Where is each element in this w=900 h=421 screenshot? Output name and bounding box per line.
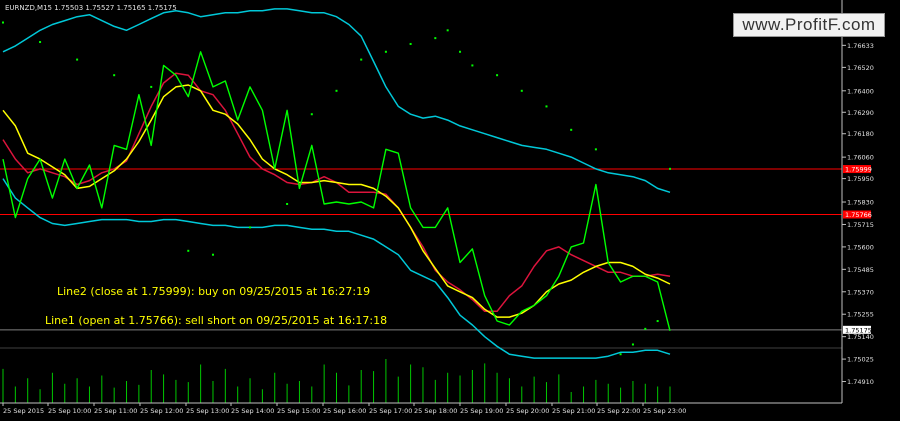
sar-dot [594, 148, 597, 151]
current-price-label: 1.75175 [845, 326, 872, 334]
y-tick-label: 1.75140 [847, 333, 874, 341]
sar-dot [409, 42, 412, 45]
sar-dot [471, 64, 474, 67]
price-chart[interactable]: 1.767501.766331.765201.764001.762901.761… [0, 0, 900, 417]
sar-dot [249, 226, 252, 229]
y-tick-label: 1.75025 [847, 356, 874, 364]
x-tick-label: 25 Sep 17:00 [369, 407, 412, 415]
sar-dot [286, 202, 289, 205]
sar-dot [150, 85, 153, 88]
sar-dot [631, 343, 634, 346]
sar-dot [2, 21, 4, 24]
sar-dot [187, 249, 190, 252]
annotation-line1: Line1 (open at 1.75766): sell short on 0… [45, 314, 387, 327]
y-tick-label: 1.76290 [847, 109, 874, 117]
y-tick-label: 1.76180 [847, 130, 874, 138]
annotation-line2: Line2 (close at 1.75999): buy on 09/25/2… [57, 285, 370, 298]
sar-dot [76, 58, 79, 61]
sar-dot [211, 253, 214, 256]
x-tick-label: 25 Sep 19:00 [460, 407, 503, 415]
sar-dot [644, 327, 647, 330]
y-tick-label: 1.76060 [847, 154, 874, 162]
x-tick-label: 25 Sep 23:00 [643, 407, 686, 415]
x-tick-label: 25 Sep 14:00 [231, 407, 274, 415]
sar-dot [434, 37, 437, 40]
x-tick-label: 25 Sep 22:00 [597, 407, 640, 415]
sar-dot [619, 353, 622, 356]
y-tick-label: 1.75485 [847, 266, 874, 274]
sar-dot [39, 41, 42, 44]
sar-dot [446, 29, 449, 32]
sar-dot [496, 74, 499, 77]
sar-dot [656, 320, 659, 323]
sar-dot [113, 74, 116, 77]
x-tick-label: 25 Sep 16:00 [323, 407, 366, 415]
profitf-watermark: www.ProfitF.com [733, 13, 885, 37]
x-tick-label: 25 Sep 21:00 [552, 407, 595, 415]
hline-price-label: 1.75999 [845, 166, 872, 174]
x-tick-label: 25 Sep 12:00 [140, 407, 183, 415]
sar-dot [459, 50, 462, 53]
y-tick-label: 1.76633 [847, 42, 874, 50]
y-tick-label: 1.75255 [847, 311, 874, 319]
x-tick-label: 25 Sep 2015 [3, 407, 44, 415]
sar-dot [360, 58, 363, 61]
symbol-info: EURNZD,M15 1.75503 1.75527 1.75165 1.751… [5, 4, 177, 12]
sar-dot [384, 50, 387, 53]
sar-dot [310, 113, 313, 116]
y-tick-label: 1.75370 [847, 288, 874, 296]
y-tick-label: 1.76400 [847, 87, 874, 95]
y-tick-label: 1.76520 [847, 64, 874, 72]
y-tick-label: 1.75600 [847, 243, 874, 251]
x-tick-label: 25 Sep 15:00 [277, 407, 320, 415]
x-tick-label: 25 Sep 18:00 [414, 407, 457, 415]
hline-price-label: 1.75766 [845, 211, 872, 219]
x-tick-label: 25 Sep 11:00 [94, 407, 137, 415]
sar-dot [520, 89, 523, 92]
y-tick-label: 1.74910 [847, 378, 874, 386]
y-tick-label: 1.75715 [847, 221, 874, 229]
chart-canvas: 1.767501.766331.765201.764001.762901.761… [0, 0, 900, 417]
y-tick-label: 1.75950 [847, 175, 874, 183]
x-tick-label: 25 Sep 10:00 [48, 407, 91, 415]
sar-dot [545, 105, 548, 108]
sar-dot [669, 167, 671, 170]
y-tick-label: 1.75830 [847, 199, 874, 207]
x-tick-label: 25 Sep 13:00 [186, 407, 229, 415]
x-tick-label: 25 Sep 20:00 [506, 407, 549, 415]
sar-dot [335, 89, 338, 92]
sar-dot [570, 128, 573, 131]
